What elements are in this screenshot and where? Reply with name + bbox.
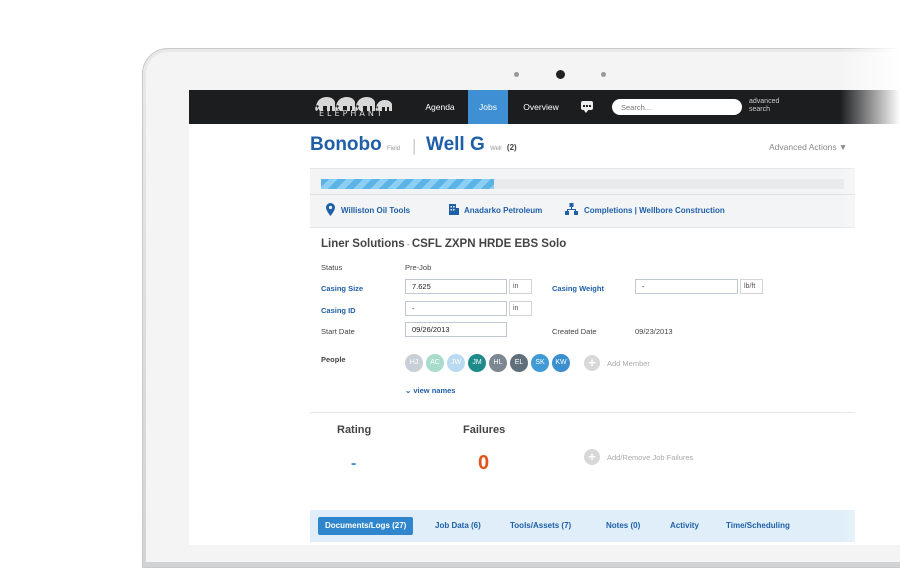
job-title-dash: -	[404, 240, 412, 249]
search-input[interactable]	[612, 99, 742, 115]
person-avatar[interactable]: KW	[552, 354, 570, 372]
org-chart-icon	[565, 203, 578, 215]
advanced-search-line1: advanced	[749, 98, 780, 105]
nav-jobs[interactable]: Jobs	[468, 90, 508, 124]
section-divider	[310, 412, 855, 413]
people-label: People	[321, 355, 346, 364]
nav-agenda[interactable]: Agenda	[415, 90, 465, 124]
add-failures-icon[interactable]: +	[584, 449, 600, 465]
add-remove-failures-link[interactable]: Add/Remove Job Failures	[607, 453, 693, 462]
view-names-toggle[interactable]: ⌄ view names	[405, 386, 455, 395]
progress-bar	[321, 179, 844, 189]
rating-label: Rating	[337, 424, 372, 436]
bezel-sensor-right	[601, 72, 606, 77]
casing-weight-unit: lb/ft	[740, 279, 763, 294]
person-avatar[interactable]: JW	[447, 354, 465, 372]
add-member-icon[interactable]: +	[584, 355, 600, 371]
person-avatar[interactable]: HL	[489, 354, 507, 372]
casing-id-label: Casing ID	[321, 306, 356, 315]
job-title-main: Liner Solutions	[321, 238, 405, 250]
app-screen: ELEPHANT Agenda Jobs Overview advanced s…	[189, 90, 900, 545]
chat-bubble-icon[interactable]	[581, 101, 593, 113]
well-count: (2)	[506, 143, 517, 152]
person-avatar[interactable]: SK	[531, 354, 549, 372]
building-icon	[449, 204, 459, 215]
failures-label: Failures	[463, 424, 506, 436]
logo-text: ELEPHANT	[319, 109, 385, 118]
failures-value: 0	[478, 452, 490, 474]
casing-size-label: Casing Size	[321, 284, 364, 293]
well-title[interactable]: Well G Well (2)	[426, 134, 517, 156]
status-value: Pre-Job	[405, 263, 432, 272]
tab-activity[interactable]: Activity	[663, 517, 706, 535]
tab-notes[interactable]: Notes (0)	[599, 517, 647, 535]
tab-job-data[interactable]: Job Data (6)	[428, 517, 488, 535]
job-title-sub: CSFL ZXPN HRDE EBS Solo	[411, 238, 567, 250]
person-avatar[interactable]: EL	[510, 354, 528, 372]
progress-bar-fill	[321, 179, 494, 189]
header-separator: |	[412, 136, 417, 155]
field-title[interactable]: Bonobo Field	[310, 134, 400, 156]
rating-value: -	[351, 455, 357, 472]
tab-documents-logs[interactable]: Documents/Logs (27)	[318, 517, 414, 535]
company-service[interactable]: Williston Oil Tools	[341, 206, 410, 215]
casing-size-unit: in	[509, 279, 532, 294]
created-date-value: 09/23/2013	[635, 327, 673, 336]
well-name[interactable]: Well G	[426, 134, 485, 155]
panel-divider	[310, 194, 855, 195]
top-navbar: ELEPHANT Agenda Jobs Overview advanced s…	[189, 90, 900, 124]
casing-weight-label: Casing Weight	[552, 284, 604, 293]
casing-size-input[interactable]: 7.625	[405, 279, 507, 294]
bezel-sensor-left	[514, 72, 519, 77]
map-pin-icon	[326, 203, 335, 216]
tab-time-scheduling[interactable]: Time/Scheduling	[719, 517, 797, 535]
advanced-search-link[interactable]: advanced search	[749, 98, 779, 114]
status-label: Status	[321, 263, 343, 272]
start-date-label: Start Date	[321, 327, 355, 336]
start-date-input[interactable]: 09/26/2013	[405, 322, 507, 337]
created-date-label: Created Date	[552, 327, 597, 336]
job-tabs: Documents/Logs (27) Job Data (6) Tools/A…	[310, 510, 855, 542]
field-name[interactable]: Bonobo	[310, 134, 382, 155]
person-avatar[interactable]: HJ	[405, 354, 423, 372]
job-progress-panel: Williston Oil Tools Anadarko Petroleum C…	[310, 168, 855, 228]
company-operator[interactable]: Anadarko Petroleum	[464, 206, 542, 215]
advanced-actions-dropdown[interactable]: Advanced Actions ▼	[769, 142, 847, 152]
casing-id-unit: in	[509, 301, 532, 316]
edge-fade	[840, 40, 900, 545]
tab-tools-assets[interactable]: Tools/Assets (7)	[503, 517, 578, 535]
company-department[interactable]: Completions | Wellbore Construction	[584, 206, 725, 215]
well-label: Well	[490, 146, 502, 152]
field-label: Field	[387, 146, 401, 152]
advanced-search-line2: search	[749, 106, 771, 113]
nav-overview[interactable]: Overview	[513, 90, 569, 124]
job-title: Liner Solutions - CSFL ZXPN HRDE EBS Sol…	[321, 238, 566, 250]
webcam	[556, 70, 565, 79]
person-avatar[interactable]: AC	[426, 354, 444, 372]
casing-id-input[interactable]: -	[405, 301, 507, 316]
casing-weight-input[interactable]: -	[635, 279, 738, 294]
add-member-label[interactable]: Add Member	[607, 359, 650, 368]
person-avatar[interactable]: JM	[468, 354, 486, 372]
